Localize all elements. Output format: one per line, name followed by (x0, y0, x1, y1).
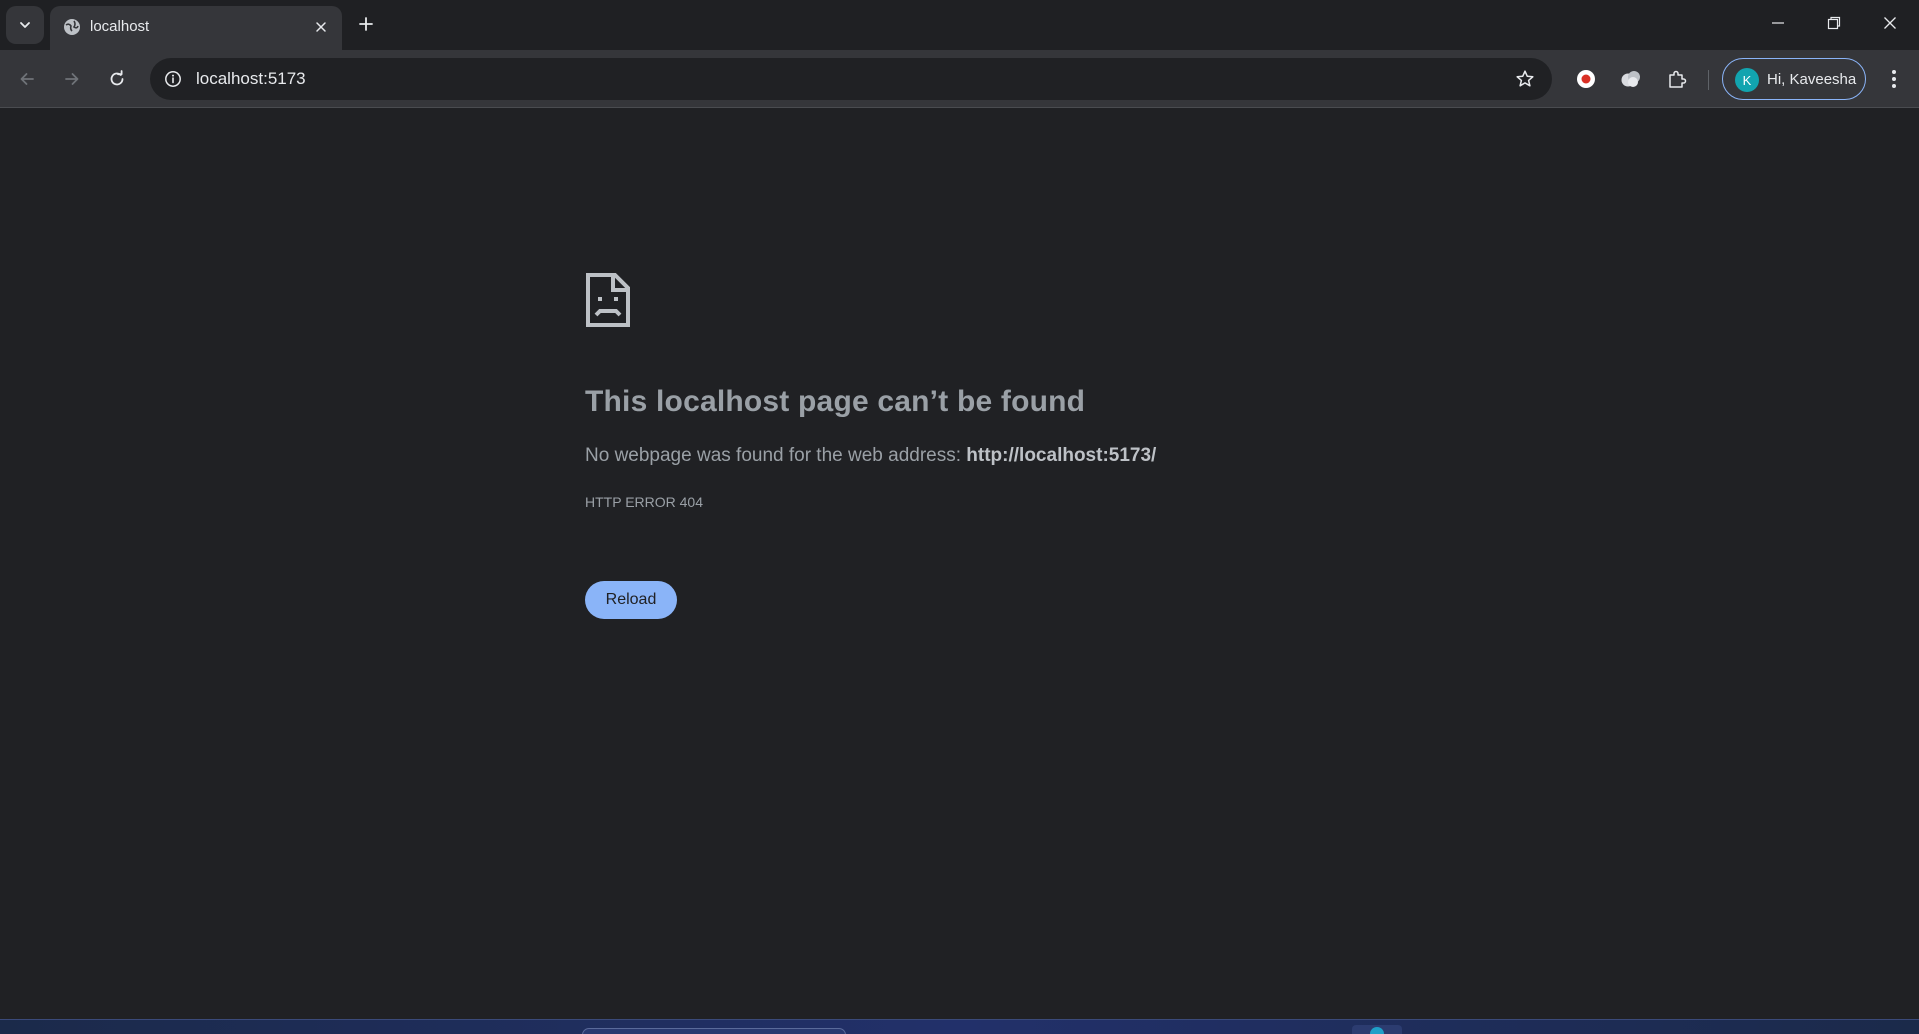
forward-button[interactable] (56, 63, 88, 95)
palette-icon (1621, 71, 1640, 87)
site-info-button[interactable] (158, 64, 188, 94)
tab-search-button[interactable] (6, 6, 44, 44)
taskbar-app-icon[interactable] (1352, 1025, 1402, 1034)
toolbar-divider (1708, 70, 1709, 90)
back-button[interactable] (11, 63, 43, 95)
page-content: This localhost page can’t be found No we… (0, 109, 1919, 1019)
bookmark-button[interactable] (1512, 66, 1538, 92)
restore-button[interactable] (1806, 0, 1862, 46)
avatar: K (1735, 68, 1759, 92)
reload-page-button[interactable]: Reload (585, 581, 677, 619)
reload-icon (110, 70, 124, 86)
record-icon (1577, 70, 1595, 88)
sad-document-icon (586, 273, 630, 327)
info-icon (165, 71, 181, 87)
extension-record-button[interactable] (1570, 63, 1602, 95)
app-icon (1370, 1027, 1384, 1034)
plus-icon (359, 17, 373, 31)
address-bar[interactable]: localhost:5173 (150, 58, 1552, 100)
reload-button[interactable] (101, 63, 133, 95)
tab-localhost[interactable]: localhost (50, 6, 342, 50)
error-description-text: No webpage was found for the web address… (585, 445, 967, 466)
os-taskbar (0, 1019, 1919, 1034)
puzzle-icon (1669, 70, 1687, 88)
tab-strip: localhost (0, 0, 1919, 50)
error-code: HTTP ERROR 404 (585, 494, 703, 510)
extensions-button[interactable] (1661, 63, 1693, 95)
more-vert-icon (1892, 70, 1896, 88)
browser-toolbar: localhost:5173 K Hi, Kaveesha (0, 50, 1919, 108)
new-tab-button[interactable] (352, 10, 380, 38)
star-icon (1516, 70, 1534, 87)
close-icon (1884, 17, 1896, 29)
minimize-icon (1772, 22, 1784, 24)
page-title: This localhost page can’t be found (585, 385, 1086, 418)
profile-button[interactable]: K Hi, Kaveesha (1722, 58, 1866, 100)
arrow-right-icon (65, 73, 79, 85)
chevron-down-icon (20, 22, 30, 28)
url-text[interactable]: localhost:5173 (196, 69, 306, 89)
tab-close-button[interactable] (310, 16, 332, 38)
error-description: No webpage was found for the web address… (585, 445, 1156, 467)
taskbar-search[interactable] (582, 1028, 846, 1034)
browser-menu-button[interactable] (1878, 63, 1910, 95)
error-url: http://localhost:5173/ (966, 445, 1157, 466)
profile-greeting: Hi, Kaveesha (1767, 71, 1857, 88)
browser-window: localhost localhost:5173 K Hi, Kaveesha … (0, 0, 1919, 1034)
extension-colorpicker-button[interactable] (1615, 63, 1647, 95)
close-window-button[interactable] (1862, 0, 1918, 46)
arrow-left-icon (20, 73, 34, 85)
close-icon (316, 22, 326, 32)
minimize-button[interactable] (1750, 0, 1806, 46)
globe-icon (64, 19, 80, 35)
tab-title: localhost (90, 18, 150, 35)
restore-icon (1827, 16, 1841, 30)
